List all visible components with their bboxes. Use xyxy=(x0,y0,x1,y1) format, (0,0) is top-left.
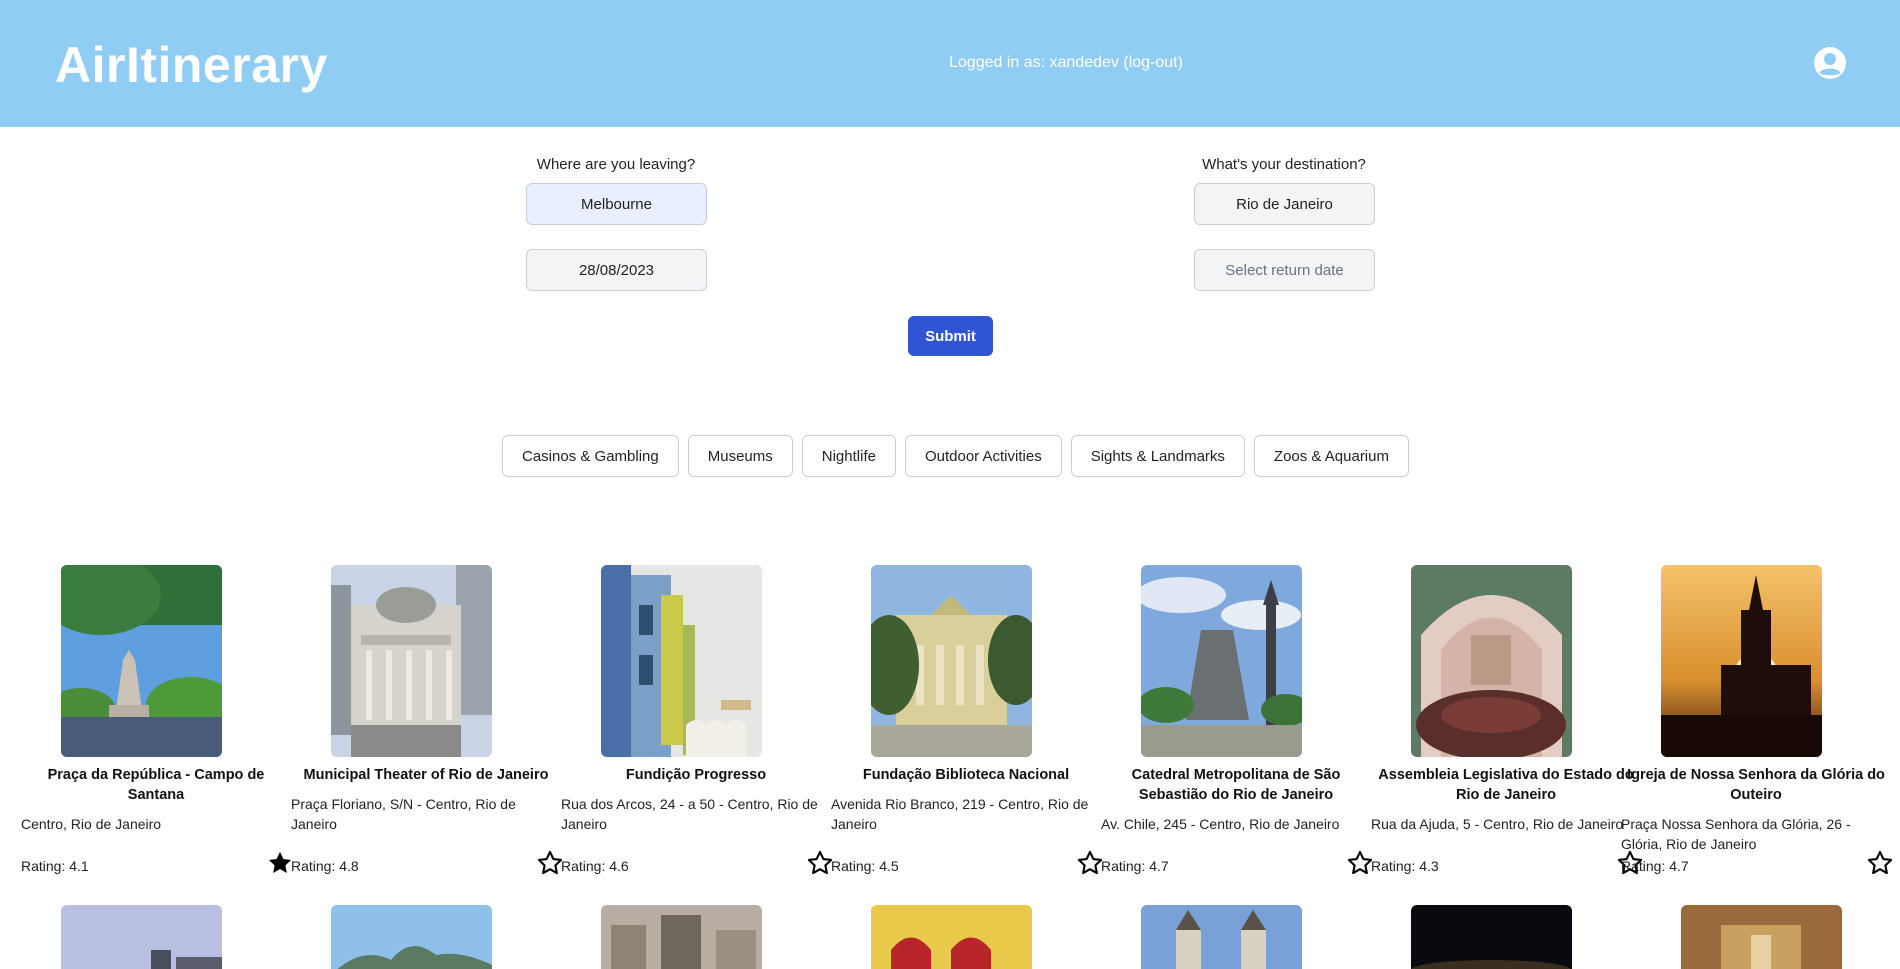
departure-date-input[interactable] xyxy=(526,249,707,291)
attraction-photo[interactable] xyxy=(1141,565,1302,757)
star-outline-icon[interactable] xyxy=(1076,849,1104,877)
attraction-address: Praça Nossa Senhora da Glória, 26 - Glór… xyxy=(1621,816,1851,852)
attraction-photo[interactable] xyxy=(1661,565,1822,757)
attraction-name: Praça da República - Campo de Santana xyxy=(47,767,265,803)
star-outline-icon[interactable] xyxy=(1346,849,1374,877)
attraction-photo[interactable] xyxy=(1411,565,1572,757)
attraction-name: Assembleia Legislativa do Estado do Rio … xyxy=(1378,767,1634,803)
star-outline-icon[interactable] xyxy=(1866,849,1894,877)
category-zoos-button[interactable]: Zoos & Aquarium xyxy=(1253,435,1409,477)
attraction-address: Rua dos Arcos, 24 - a 50 - Centro, Rio d… xyxy=(561,796,818,832)
login-status[interactable]: Logged in as: xandedev (log-out) xyxy=(949,54,1183,72)
category-museums-button[interactable]: Museums xyxy=(687,435,793,477)
attraction-photo[interactable] xyxy=(1411,905,1572,969)
origin-label: Where are you leaving? xyxy=(536,156,696,173)
attraction-name: Fundição Progresso xyxy=(625,767,767,783)
star-outline-icon[interactable] xyxy=(806,849,834,877)
attraction-photo[interactable] xyxy=(331,905,492,969)
attraction-photo[interactable] xyxy=(331,565,492,757)
attraction-photo[interactable] xyxy=(871,905,1032,969)
category-sights-button[interactable]: Sights & Landmarks xyxy=(1070,435,1245,477)
attraction-photo[interactable] xyxy=(601,565,762,757)
attraction-address: Rua da Ajuda, 5 - Centro, Rio de Janeiro xyxy=(1371,816,1624,832)
category-outdoor-button[interactable]: Outdoor Activities xyxy=(904,435,1062,477)
attraction-photo[interactable] xyxy=(871,565,1032,757)
user-circle-icon[interactable] xyxy=(1813,46,1847,80)
attraction-rating: Rating: 4.6 xyxy=(561,858,629,874)
attraction-address: Av. Chile, 245 - Centro, Rio de Janeiro xyxy=(1101,816,1340,832)
destination-label: What's your destination? xyxy=(1202,156,1366,173)
attraction-rating: Rating: 4.1 xyxy=(21,858,89,874)
attraction-rating: Rating: 4.7 xyxy=(1621,858,1689,874)
star-outline-icon[interactable] xyxy=(536,849,564,877)
attraction-photo[interactable] xyxy=(601,905,762,969)
attraction-rating: Rating: 4.5 xyxy=(831,858,899,874)
attraction-rating: Rating: 4.7 xyxy=(1101,858,1169,874)
attraction-photo[interactable] xyxy=(61,565,222,757)
category-filter-bar: Casinos & Gambling Museums Nightlife Out… xyxy=(502,435,1409,477)
attraction-rating: Rating: 4.3 xyxy=(1371,858,1439,874)
attraction-name: Fundação Biblioteca Nacional xyxy=(862,767,1070,783)
attraction-address: Avenida Rio Branco, 219 - Centro, Rio de… xyxy=(831,796,1089,832)
attraction-name: Catedral Metropolitana de São Sebastião … xyxy=(1131,767,1341,803)
star-filled-icon[interactable] xyxy=(266,849,294,877)
attraction-photo[interactable] xyxy=(1141,905,1302,969)
attraction-photo[interactable] xyxy=(1681,905,1842,969)
category-casinos-button[interactable]: Casinos & Gambling xyxy=(502,435,679,477)
origin-input[interactable] xyxy=(526,183,707,225)
top-header: AirItinerary Logged in as: xandedev (log… xyxy=(0,0,1900,127)
attraction-name: Igreja de Nossa Senhora da Glória do Out… xyxy=(1627,767,1885,803)
submit-button[interactable]: Submit xyxy=(908,316,993,356)
attraction-photo[interactable] xyxy=(61,905,222,969)
attraction-address: Centro, Rio de Janeiro xyxy=(21,816,162,832)
category-nightlife-button[interactable]: Nightlife xyxy=(801,435,896,477)
return-date-input[interactable] xyxy=(1194,249,1375,291)
destination-input[interactable] xyxy=(1194,183,1375,225)
attraction-name: Municipal Theater of Rio de Janeiro xyxy=(303,767,549,783)
attraction-rating: Rating: 4.8 xyxy=(291,858,359,874)
attraction-address: Praça Floriano, S/N - Centro, Rio de Jan… xyxy=(291,796,516,832)
app-logo[interactable]: AirItinerary xyxy=(55,36,328,94)
